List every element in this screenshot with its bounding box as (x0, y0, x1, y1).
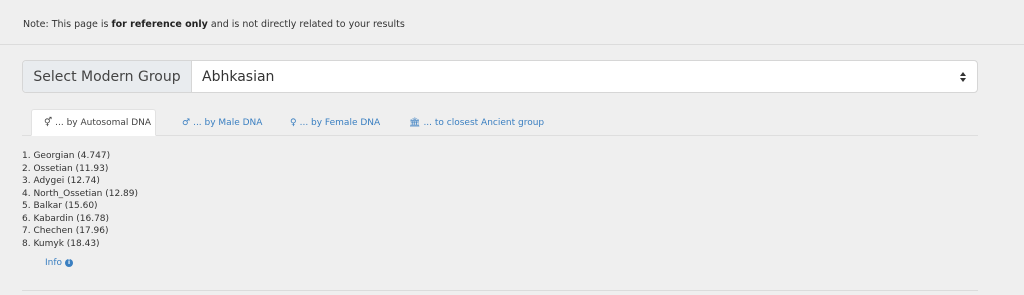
top-divider (0, 44, 1024, 45)
list-item: 4. North_Ossetian (12.89) (22, 188, 139, 199)
tab-male-dna[interactable]: ♂ ... by Male DNA (182, 109, 262, 136)
female-icon: ♀ (290, 117, 297, 128)
sort-icon (960, 71, 966, 82)
note-suffix: and is not directly related to your resu… (207, 19, 405, 30)
tab-closest-ancient-group[interactable]: 🏛 ... to closest Ancient group (409, 109, 544, 136)
tab-label: ... by Female DNA (299, 117, 381, 128)
male-icon: ♂ (182, 117, 191, 128)
museum-icon: 🏛 (409, 117, 421, 128)
reference-note: Note: This page is for reference only an… (23, 19, 405, 30)
list-item: 3. Adygei (12.74) (22, 176, 100, 186)
tab-label: ... to closest Ancient group (423, 117, 545, 128)
select-label: Select Modern Group (23, 61, 192, 92)
note-bold: for reference only (111, 19, 208, 30)
list-item: 5. Balkar (15.60) (22, 201, 98, 211)
list-item: 7. Chechen (17.96) (22, 226, 109, 236)
info-icon: i (65, 259, 74, 267)
comparison-tabs: ⚥ ... by Autosomal DNA ♂ ... by Male DNA… (22, 107, 978, 136)
results-list: 1. Georgian (4.747) 2. Ossetian (11.93) … (22, 150, 138, 250)
bottom-divider (22, 290, 978, 291)
list-item: 6. Kabardin (16.78) (22, 213, 110, 224)
list-item: 8. Kumyk (18.43) (22, 238, 100, 249)
tab-label: ... by Male DNA (193, 117, 263, 128)
list-item: 1. Georgian (4.747) (22, 151, 111, 161)
gender-icon: ⚥ (44, 117, 53, 128)
list-item: 2. Ossetian (11.93) (22, 163, 109, 174)
note-prefix: Note: This page is (23, 19, 112, 30)
tab-label: ... by Autosomal DNA (55, 117, 152, 128)
info-link[interactable]: Info i (45, 258, 74, 268)
select-value: Abhkasian (202, 68, 275, 85)
tab-female-dna[interactable]: ♀ ... by Female DNA (290, 109, 380, 136)
modern-group-select[interactable]: Select Modern Group Abhkasian (22, 60, 978, 93)
info-label: Info (45, 258, 63, 268)
select-value-box[interactable]: Abhkasian (192, 61, 977, 92)
tab-autosomal-dna[interactable]: ⚥ ... by Autosomal DNA (31, 109, 156, 136)
